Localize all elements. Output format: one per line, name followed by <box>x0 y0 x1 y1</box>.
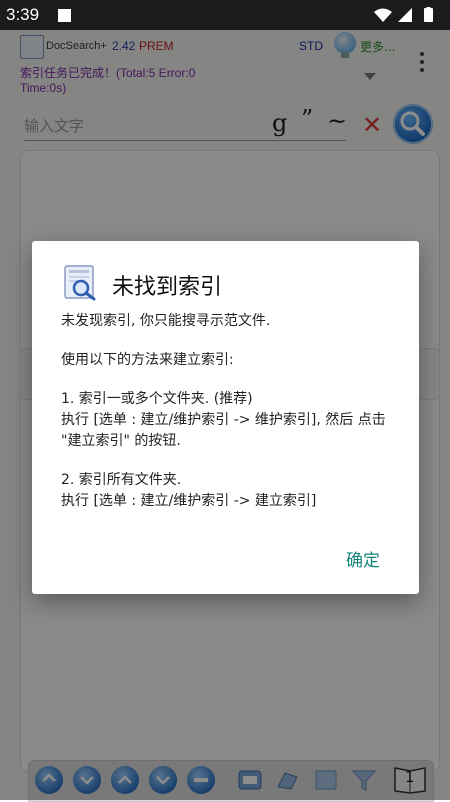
dialog-paragraph: 执行 [选单 : 建立/维护索引 -> 建立索引] <box>61 493 317 509</box>
document-search-icon <box>64 265 96 301</box>
dialog-paragraph: 未发现索引, 你只能搜寻示范文件. <box>61 313 271 329</box>
battery-icon <box>424 8 433 22</box>
status-bar: 3:39 <box>0 0 450 30</box>
dialog-paragraph: 使用以下的方法来建立索引: <box>61 352 234 368</box>
status-time: 3:39 <box>6 5 40 24</box>
notification-icon <box>58 9 71 22</box>
dialog-paragraph: 1. 索引一或多个文件夹. (推荐) <box>61 391 253 407</box>
dialog-paragraph: 2. 索引所有文件夹. <box>61 472 182 488</box>
no-index-dialog: 未找到索引 未发现索引, 你只能搜寻示范文件. 使用以下的方法来建立索引: 1.… <box>32 241 419 594</box>
dialog-title: 未找到索引 <box>112 275 223 300</box>
dialog-paragraph: 执行 [选单 : 建立/维护索引 -> 维护索引], 然后 点击 "建立索引" … <box>61 412 386 449</box>
wifi-icon <box>374 8 392 22</box>
status-icons <box>374 7 433 22</box>
dialog-message: 未发现索引, 你只能搜寻示范文件. 使用以下的方法来建立索引: 1. 索引一或多… <box>61 311 396 530</box>
signal-icon <box>398 8 412 22</box>
ok-button[interactable]: 确定 <box>346 546 380 571</box>
